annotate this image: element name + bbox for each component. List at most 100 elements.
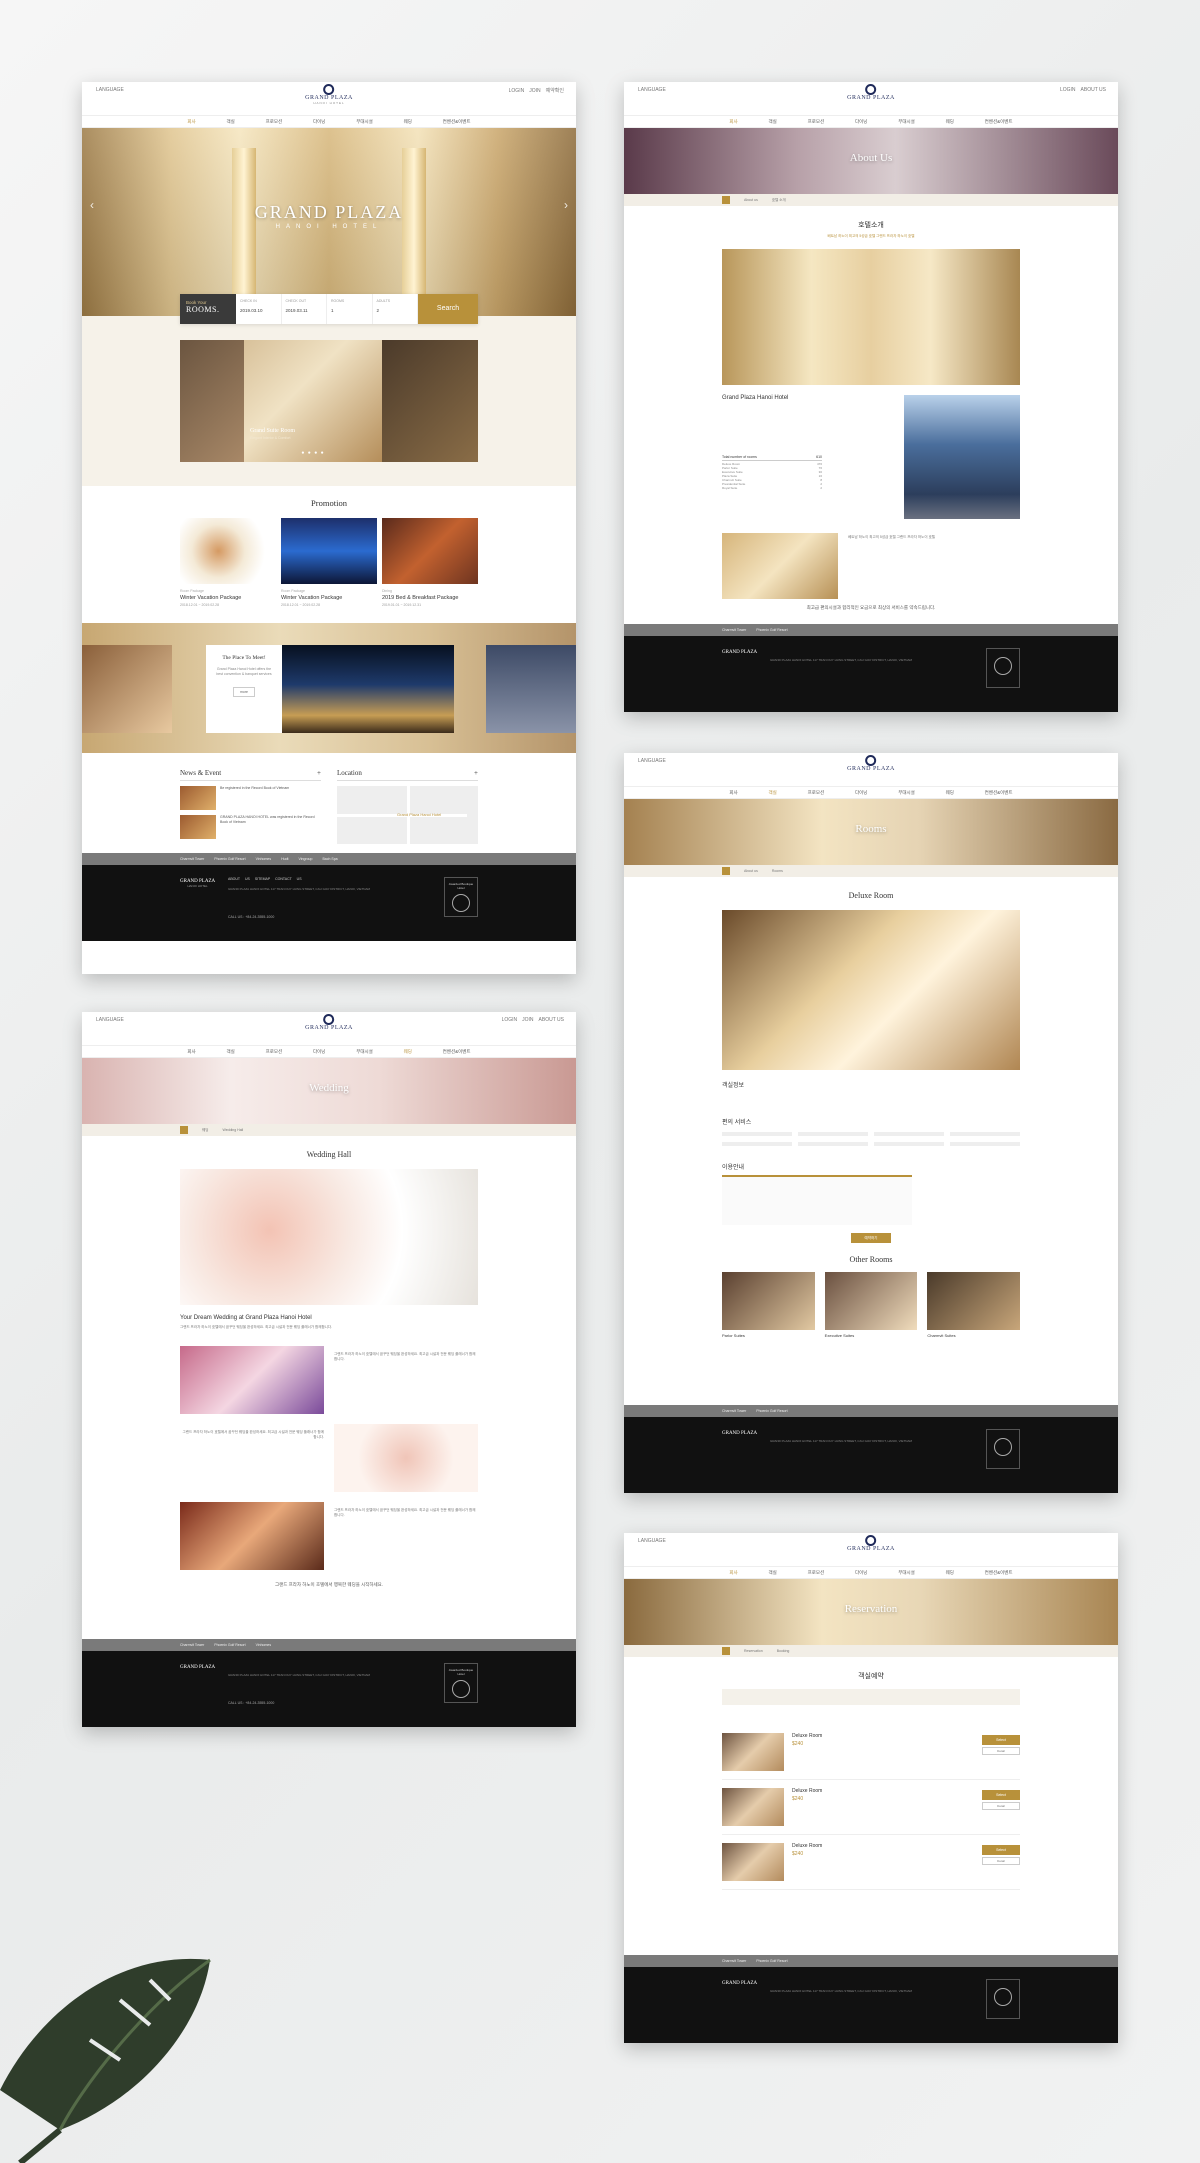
about-link[interactable]: ABOUT US bbox=[1081, 87, 1106, 93]
logo[interactable]: GRAND PLAZA bbox=[305, 1014, 353, 1031]
nav-item[interactable]: 객실 bbox=[769, 116, 777, 127]
select-button[interactable]: Select bbox=[982, 1845, 1020, 1855]
language-selector[interactable]: LANGUAGE bbox=[96, 1017, 124, 1023]
nav-item[interactable]: 프로모션 bbox=[808, 116, 825, 127]
location-map[interactable]: Grand Plaza Hanoi Hotel bbox=[337, 786, 478, 844]
join-link[interactable]: JOIN bbox=[522, 1017, 533, 1023]
nav-item[interactable]: 회사 bbox=[729, 1567, 737, 1578]
nav-item[interactable]: 부대시설 bbox=[356, 116, 373, 127]
reserve-button[interactable]: 예약하기 bbox=[851, 1233, 891, 1243]
crumb-item[interactable]: Rooms bbox=[772, 869, 783, 873]
nav-item[interactable]: 컨벤션&이벤트 bbox=[443, 1046, 471, 1057]
nav-item[interactable]: 회사 bbox=[729, 116, 737, 127]
login-link[interactable]: LOGIN bbox=[1060, 87, 1076, 93]
detail-button[interactable]: Detail bbox=[982, 1802, 1020, 1810]
family-link[interactable]: Vinhomes bbox=[256, 857, 272, 861]
crumb-item[interactable]: Reservation bbox=[744, 1649, 763, 1653]
nav-item[interactable]: 부대시설 bbox=[898, 787, 915, 798]
crumb-item[interactable]: 웨딩 bbox=[202, 1128, 208, 1133]
login-link[interactable]: LOGIN bbox=[502, 1017, 518, 1023]
home-icon[interactable] bbox=[722, 196, 730, 204]
home-icon[interactable] bbox=[722, 1647, 730, 1655]
nav-item[interactable]: 부대시설 bbox=[898, 1567, 915, 1578]
crumb-item[interactable]: About us bbox=[744, 869, 758, 873]
nav-item[interactable]: 회사 bbox=[187, 116, 195, 127]
nav-item[interactable]: 객실 bbox=[227, 116, 235, 127]
slider-dots[interactable]: ● ● ● ● bbox=[244, 450, 382, 456]
nav-item[interactable]: 웨딩 bbox=[946, 787, 954, 798]
footer-menu-item[interactable]: ABOUT US bbox=[228, 877, 250, 881]
logo[interactable]: GRAND PLAZA bbox=[847, 1535, 895, 1552]
footer-menu-item[interactable]: CONTACT US bbox=[275, 877, 301, 881]
nav-item[interactable]: 컨벤션&이벤트 bbox=[985, 787, 1013, 798]
room-slider[interactable]: Grand Suite Room Elegant Interior & Comf… bbox=[180, 340, 478, 462]
family-link[interactable]: Charmvit Tower bbox=[180, 1643, 204, 1647]
family-link[interactable]: Charmvit Tower bbox=[722, 1409, 746, 1413]
nav-item[interactable]: 프로모션 bbox=[266, 116, 283, 127]
nav-item[interactable]: 회사 bbox=[187, 1046, 195, 1057]
language-selector[interactable]: LANGUAGE bbox=[96, 87, 124, 93]
login-link[interactable]: LOGIN bbox=[509, 88, 525, 94]
language-selector[interactable]: LANGUAGE bbox=[638, 1538, 666, 1544]
family-link[interactable]: Phoenix Golf Resort bbox=[756, 1409, 787, 1413]
nav-item[interactable]: 객실 bbox=[769, 787, 777, 798]
next-arrow-icon[interactable]: › bbox=[564, 198, 568, 212]
nav-item[interactable]: 객실 bbox=[769, 1567, 777, 1578]
nav-item[interactable]: 컨벤션&이벤트 bbox=[985, 116, 1013, 127]
family-link[interactable]: Phoenix Golf Resort bbox=[756, 628, 787, 632]
rooms-field[interactable]: ROOMS 1 bbox=[327, 294, 373, 324]
logo[interactable]: GRAND PLAZA bbox=[847, 84, 895, 101]
adults-field[interactable]: ADULTS 2 bbox=[373, 294, 418, 324]
family-link[interactable]: Vinhomes bbox=[256, 1643, 272, 1647]
news-item[interactable]: GRAND PLAZA HANOI HOTEL was registered i… bbox=[180, 815, 321, 839]
family-link[interactable]: Phoenix Golf Resort bbox=[214, 857, 245, 861]
nav-item[interactable]: 컨벤션&이벤트 bbox=[985, 1567, 1013, 1578]
nav-item[interactable]: 웨딩 bbox=[946, 1567, 954, 1578]
plus-icon[interactable]: + bbox=[474, 769, 478, 777]
promotion-card[interactable]: Room Package Winter Vacation Package 201… bbox=[180, 518, 276, 607]
family-link[interactable]: Charmvit Tower bbox=[180, 857, 204, 861]
logo[interactable]: GRAND PLAZA bbox=[847, 755, 895, 772]
home-icon[interactable] bbox=[722, 867, 730, 875]
nav-item[interactable]: 프로모션 bbox=[808, 787, 825, 798]
place-more-button[interactable]: more bbox=[233, 687, 255, 697]
footer-menu[interactable]: ABOUT US SITEMAP CONTACT US bbox=[228, 877, 302, 881]
plus-icon[interactable]: + bbox=[317, 769, 321, 777]
family-link[interactable]: Phoenix Golf Resort bbox=[214, 1643, 245, 1647]
family-link[interactable]: Phoenix Golf Resort bbox=[756, 1959, 787, 1963]
other-room-card[interactable]: Parlor Suites bbox=[722, 1272, 815, 1338]
nav-item[interactable]: 프로모션 bbox=[808, 1567, 825, 1578]
detail-button[interactable]: Detail bbox=[982, 1747, 1020, 1755]
nav-item[interactable]: 다이닝 bbox=[855, 116, 867, 127]
nav-item[interactable]: 회사 bbox=[729, 787, 737, 798]
footer-menu-item[interactable]: SITEMAP bbox=[255, 877, 270, 881]
family-link[interactable]: Vingroup bbox=[299, 857, 313, 861]
family-link[interactable]: Hudt bbox=[281, 857, 288, 861]
home-icon[interactable] bbox=[180, 1126, 188, 1134]
nav-item[interactable]: 웨딩 bbox=[946, 116, 954, 127]
detail-button[interactable]: Detail bbox=[982, 1857, 1020, 1865]
nav-item[interactable]: 다이닝 bbox=[313, 1046, 325, 1057]
other-room-card[interactable]: Charmvit Suites bbox=[927, 1272, 1021, 1338]
crumb-item[interactable]: 호텔 소개 bbox=[772, 198, 786, 203]
language-selector[interactable]: LANGUAGE bbox=[638, 87, 666, 93]
nav-item[interactable]: 웨딩 bbox=[404, 1046, 412, 1057]
news-item[interactable]: Be registered in the Record Book of Viet… bbox=[180, 786, 321, 810]
crumb-item[interactable]: About us bbox=[744, 198, 758, 202]
reservation-check-link[interactable]: 예약확인 bbox=[546, 88, 564, 94]
nav-item[interactable]: 부대시설 bbox=[356, 1046, 373, 1057]
nav-item[interactable]: 객실 bbox=[227, 1046, 235, 1057]
crumb-item[interactable]: Wedding Hall bbox=[222, 1128, 243, 1132]
nav-item[interactable]: 다이닝 bbox=[855, 1567, 867, 1578]
crumb-item[interactable]: Booking bbox=[777, 1649, 790, 1653]
language-selector[interactable]: LANGUAGE bbox=[638, 758, 666, 764]
family-link[interactable]: Bach Spa bbox=[322, 857, 337, 861]
join-link[interactable]: JOIN bbox=[529, 88, 540, 94]
search-button[interactable]: Search bbox=[418, 294, 478, 324]
nav-item[interactable]: 다이닝 bbox=[855, 787, 867, 798]
prev-arrow-icon[interactable]: ‹ bbox=[90, 198, 94, 212]
family-link[interactable]: Charmvit Tower bbox=[722, 1959, 746, 1963]
nav-item[interactable]: 다이닝 bbox=[313, 116, 325, 127]
nav-item[interactable]: 부대시설 bbox=[898, 116, 915, 127]
nav-item[interactable]: 프로모션 bbox=[266, 1046, 283, 1057]
